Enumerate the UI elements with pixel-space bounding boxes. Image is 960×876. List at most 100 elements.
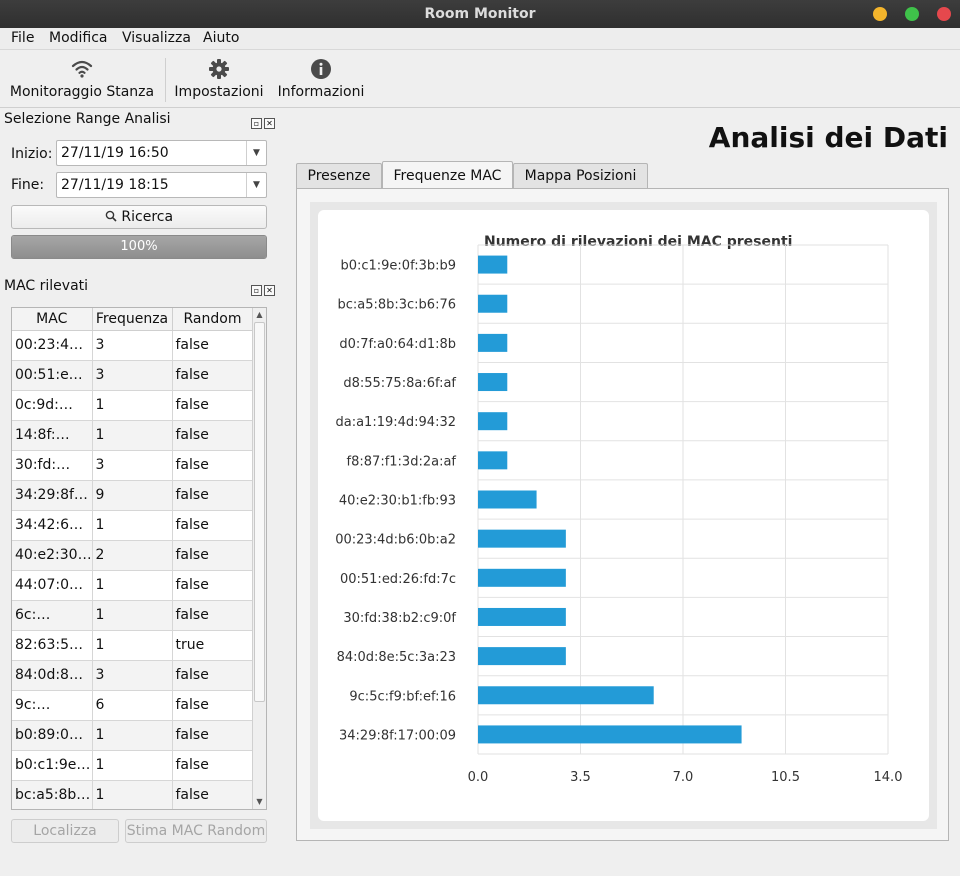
frequency-cell: 3 xyxy=(92,450,173,481)
estimate-random-mac-label: Stima MAC Random xyxy=(126,823,266,839)
mac-cell: 9c:… xyxy=(12,690,93,721)
table-row[interactable]: b0:c1:9e… 1 false xyxy=(12,750,254,781)
y-category-label: 40:e2:30:b1:fb:93 xyxy=(339,494,456,509)
x-tick-label: 14.0 xyxy=(874,770,903,785)
analysis-progress-bar: 100% xyxy=(11,235,267,259)
search-icon xyxy=(105,210,117,222)
menu-aiuto[interactable]: Aiuto xyxy=(203,30,239,46)
chevron-down-icon[interactable]: ▼ xyxy=(246,173,266,197)
table-row[interactable]: 84:0d:8… 3 false xyxy=(12,660,254,691)
search-button[interactable]: Ricerca xyxy=(11,205,267,229)
table-row[interactable]: 14:8f:… 1 false xyxy=(12,420,254,451)
frequency-cell: 1 xyxy=(92,510,173,541)
bar xyxy=(478,607,566,626)
scroll-down-icon[interactable]: ▼ xyxy=(253,795,266,809)
tab-frequenze-mac[interactable]: Frequenze MAC xyxy=(382,161,513,190)
toolbar-separator xyxy=(165,58,166,102)
table-row[interactable]: 0c:9d:… 1 false xyxy=(12,390,254,421)
scroll-up-icon[interactable]: ▲ xyxy=(253,308,266,322)
tab-presenze[interactable]: Presenze xyxy=(296,163,382,189)
end-datetime-value: 27/11/19 18:15 xyxy=(61,177,169,193)
table-row[interactable]: 30:fd:… 3 false xyxy=(12,450,254,481)
mac-cell: 14:8f:… xyxy=(12,420,93,451)
y-category-label: bc:a5:8b:3c:b6:76 xyxy=(337,298,456,313)
menu-file[interactable]: File xyxy=(11,30,34,46)
mac-cell: 82:63:5… xyxy=(12,630,93,661)
random-cell: false xyxy=(172,390,254,421)
mac-table-scrollbar[interactable]: ▲ ▼ xyxy=(252,308,266,809)
scrollbar-thumb[interactable] xyxy=(254,322,265,702)
y-category-label: da:a1:19:4d:94:32 xyxy=(335,415,456,430)
column-header-frequency[interactable]: Frequenza xyxy=(92,308,173,331)
frequency-cell: 1 xyxy=(92,780,173,809)
settings-label: Impostazioni xyxy=(174,84,264,100)
start-datetime-field[interactable]: 27/11/19 16:50 ▼ xyxy=(56,140,267,166)
table-row[interactable]: 44:07:0… 1 false xyxy=(12,570,254,601)
localize-button[interactable]: Localizza xyxy=(11,819,119,843)
bar xyxy=(478,412,508,431)
frequency-cell: 3 xyxy=(92,660,173,691)
x-tick-label: 7.0 xyxy=(673,770,694,785)
minimize-button[interactable] xyxy=(873,7,887,21)
mac-table[interactable]: MAC Frequenza Random 00:23:4… 3 false 00:51… xyxy=(11,307,267,810)
table-row[interactable]: 34:42:6… 1 false xyxy=(12,510,254,541)
window-title: Room Monitor xyxy=(424,6,536,22)
end-label: Fine: xyxy=(11,177,45,193)
column-header-mac[interactable]: MAC xyxy=(12,308,93,331)
mac-cell: 44:07:0… xyxy=(12,570,93,601)
table-row[interactable]: 82:63:5… 1 true xyxy=(12,630,254,661)
table-row[interactable]: 6c:… 1 false xyxy=(12,600,254,631)
frequency-cell: 9 xyxy=(92,480,173,511)
random-cell: false xyxy=(172,540,254,571)
bar xyxy=(478,490,537,509)
table-row[interactable]: b0:89:0… 1 false xyxy=(12,720,254,751)
close-button[interactable] xyxy=(937,7,951,21)
bar xyxy=(478,451,508,470)
random-cell: false xyxy=(172,660,254,691)
column-header-random[interactable]: Random xyxy=(172,308,254,331)
range-panel-title: Selezione Range Analisi xyxy=(4,111,171,127)
table-row[interactable]: bc:a5:8b… 1 false xyxy=(12,780,254,809)
start-label: Inizio: xyxy=(11,146,53,162)
maximize-button[interactable] xyxy=(905,7,919,21)
frequency-cell: 6 xyxy=(92,690,173,721)
mac-cell: 34:42:6… xyxy=(12,510,93,541)
menu-modifica[interactable]: Modifica xyxy=(49,30,108,46)
tab-mappa-posizioni[interactable]: Mappa Posizioni xyxy=(513,163,648,189)
chevron-down-icon[interactable]: ▼ xyxy=(246,141,266,165)
table-row[interactable]: 9c:… 6 false xyxy=(12,690,254,721)
bar xyxy=(478,529,566,548)
table-row[interactable]: 40:e2:30… 2 false xyxy=(12,540,254,571)
table-row[interactable]: 00:23:4… 3 false xyxy=(12,330,254,361)
end-datetime-field[interactable]: 27/11/19 18:15 ▼ xyxy=(56,172,267,198)
mac-cell: 30:fd:… xyxy=(12,450,93,481)
monitor-room-button[interactable]: Monitoraggio Stanza xyxy=(6,50,158,106)
bar xyxy=(478,294,508,313)
table-row[interactable]: 34:29:8f… 9 false xyxy=(12,480,254,511)
mac-panel-controls: ▫ ✕ xyxy=(251,281,277,296)
mac-cell: b0:89:0… xyxy=(12,720,93,751)
y-category-label: d8:55:75:8a:6f:af xyxy=(343,376,456,391)
settings-button[interactable]: Impostazioni xyxy=(172,50,266,106)
localize-button-label: Localizza xyxy=(33,823,97,839)
info-button[interactable]: Informazioni xyxy=(274,50,368,106)
monitor-room-label: Monitoraggio Stanza xyxy=(9,84,155,100)
frequency-cell: 3 xyxy=(92,360,173,391)
close-panel-icon[interactable]: ✕ xyxy=(264,285,275,296)
menu-visualizza[interactable]: Visualizza xyxy=(122,30,191,46)
bar xyxy=(478,647,566,666)
frequency-cell: 1 xyxy=(92,390,173,421)
random-cell: false xyxy=(172,600,254,631)
float-icon[interactable]: ▫ xyxy=(251,118,262,129)
float-icon[interactable]: ▫ xyxy=(251,285,262,296)
y-category-label: 00:51:ed:26:fd:7c xyxy=(340,572,456,587)
table-row[interactable]: 00:51:e… 3 false xyxy=(12,360,254,391)
close-panel-icon[interactable]: ✕ xyxy=(264,118,275,129)
chart-title: Numero di rilevazioni dei MAC presenti xyxy=(484,234,792,250)
page-title: Analisi dei Dati xyxy=(708,121,948,154)
random-cell: false xyxy=(172,750,254,781)
estimate-random-mac-button[interactable]: Stima MAC Random xyxy=(125,819,267,843)
mac-cell: bc:a5:8b… xyxy=(12,780,93,809)
random-cell: false xyxy=(172,780,254,809)
frequency-cell: 1 xyxy=(92,600,173,631)
